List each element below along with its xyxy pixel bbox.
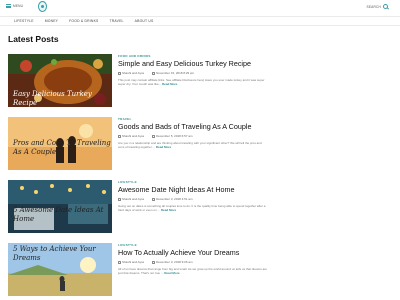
- search-icon: [383, 4, 388, 9]
- post-author: Shashi and Ayss: [118, 71, 144, 75]
- post-meta: Shashi and Ayss November 15, 2018 8:29 p…: [118, 71, 274, 75]
- post-excerpt: This post may contain affiliate links. S…: [118, 78, 268, 86]
- post-title[interactable]: Goods and Bads of Traveling As A Couple: [118, 123, 274, 131]
- post-meta: Shashi and Ayss December 5, 2018 6:57 am: [118, 134, 274, 138]
- post-thumbnail-dreams[interactable]: 5 Ways to Achieve Your Dreams: [8, 243, 112, 296]
- image-caption-text: 5 Ways to Achieve Your Dreams: [13, 245, 96, 262]
- search-button[interactable]: SEARCH: [367, 4, 388, 9]
- post-thumbnail-turkey[interactable]: Easy Delicious Turkey Recipe: [8, 54, 112, 107]
- read-more-link[interactable]: Read More: [164, 271, 179, 275]
- author-name[interactable]: Shashi and Ayss: [122, 134, 144, 138]
- menu-button[interactable]: MENU: [6, 4, 23, 8]
- search-label: SEARCH: [366, 4, 381, 9]
- post-category[interactable]: LIFESTYLE: [118, 180, 274, 184]
- excerpt-text: Are you in a relationship and are thinki…: [118, 141, 262, 150]
- excerpt-text: This post may contain affiliate links. S…: [118, 78, 265, 87]
- post-excerpt: Are you in a relationship and are thinki…: [118, 141, 268, 149]
- post-body: LIFESTYLE How To Actually Achieve Your D…: [118, 243, 274, 275]
- post-title[interactable]: Simple and Easy Delicious Turkey Recipe: [118, 60, 274, 68]
- image-caption: 5 Awesome Date Ideas At Home: [13, 206, 112, 224]
- post-category[interactable]: LIFESTYLE: [118, 243, 274, 247]
- calendar-icon: [152, 197, 156, 201]
- post-body: LIFESTYLE Awesome Date Night Ideas At Ho…: [118, 180, 274, 212]
- calendar-icon: [152, 71, 156, 75]
- date-text: November 15, 2018 8:29 pm: [156, 71, 195, 75]
- post-date: December 5, 2018 6:57 am: [152, 134, 193, 138]
- post-thumbnail-travel[interactable]: Pros and Cons To Traveling As A Couple: [8, 117, 112, 170]
- excerpt-text: All of us have dreams that range from bi…: [118, 267, 267, 276]
- post-date: November 15, 2018 8:29 pm: [152, 71, 194, 75]
- post-date: December 3, 2018 9:06 am: [152, 260, 193, 264]
- post-card: 5 Ways to Achieve Your Dreams LIFESTYLE …: [8, 243, 400, 296]
- image-caption: 5 Ways to Achieve Your Dreams: [13, 245, 112, 263]
- author-icon: [118, 197, 121, 201]
- date-text: December 5, 2018 6:57 am: [156, 134, 193, 138]
- post-title[interactable]: Awesome Date Night Ideas At Home: [118, 186, 274, 194]
- post-card: Pros and Cons To Traveling As A Couple T…: [8, 117, 400, 170]
- site-logo[interactable]: [38, 1, 47, 12]
- post-author: Shashi and Ayss: [118, 197, 144, 201]
- nav-item-travel[interactable]: TRAVEL: [110, 19, 124, 23]
- hamburger-icon: [6, 4, 11, 8]
- image-caption-text: 5 Awesome Date Ideas At Home: [13, 206, 104, 223]
- read-more-link[interactable]: Read More: [161, 208, 176, 212]
- image-caption-text: Pros and Cons To Traveling As A Couple: [13, 139, 111, 156]
- calendar-icon: [152, 134, 156, 138]
- calendar-icon: [152, 260, 156, 264]
- date-text: December 3, 2018 9:06 am: [156, 260, 193, 264]
- post-date: December 3, 2018 4:51 am: [152, 197, 193, 201]
- date-text: December 3, 2018 4:51 am: [156, 197, 193, 201]
- post-title[interactable]: How To Actually Achieve Your Dreams: [118, 249, 274, 257]
- post-excerpt: Going out on dates is something all coup…: [118, 204, 268, 212]
- post-meta: Shashi and Ayss December 3, 2018 4:51 am: [118, 197, 274, 201]
- post-author: Shashi and Ayss: [118, 134, 144, 138]
- post-card: 5 Awesome Date Ideas At Home LIFESTYLE A…: [8, 180, 400, 233]
- page-title: Latest Posts: [8, 34, 59, 44]
- nav-item-lifestyle[interactable]: LIFESTYLE: [14, 19, 34, 23]
- post-body: FOOD AND DRINKS Simple and Easy Deliciou…: [118, 54, 274, 86]
- author-icon: [118, 134, 121, 138]
- excerpt-text: Going out on dates is something all coup…: [118, 204, 266, 213]
- post-category[interactable]: FOOD AND DRINKS: [118, 54, 274, 58]
- author-icon: [118, 71, 121, 75]
- post-thumbnail-date-night[interactable]: 5 Awesome Date Ideas At Home: [8, 180, 112, 233]
- post-category[interactable]: TRAVEL: [118, 117, 274, 121]
- image-caption-text: Easy Delicious Turkey Recipe: [13, 90, 92, 107]
- post-excerpt: All of us have dreams that range from bi…: [118, 267, 268, 275]
- post-body: TRAVEL Goods and Bads of Traveling As A …: [118, 117, 274, 149]
- post-meta: Shashi and Ayss December 3, 2018 9:06 am: [118, 260, 274, 264]
- image-caption: Easy Delicious Turkey Recipe: [13, 90, 112, 107]
- nav-item-about-us[interactable]: ABOUT US: [135, 19, 154, 23]
- author-icon: [118, 260, 121, 264]
- post-author: Shashi and Ayss: [118, 260, 144, 264]
- author-name[interactable]: Shashi and Ayss: [122, 260, 144, 264]
- nav-item-food-drinks[interactable]: FOOD & DRINKS: [69, 19, 98, 23]
- nav-item-money[interactable]: MONEY: [45, 19, 58, 23]
- main-nav: LIFESTYLE MONEY FOOD & DRINKS TRAVEL ABO…: [0, 16, 400, 26]
- site-header: MENU SEARCH: [0, 0, 400, 16]
- author-name[interactable]: Shashi and Ayss: [122, 71, 144, 75]
- read-more-link[interactable]: Read More: [156, 145, 171, 149]
- image-caption: Pros and Cons To Traveling As A Couple: [13, 139, 112, 157]
- author-name[interactable]: Shashi and Ayss: [122, 197, 144, 201]
- menu-label: MENU: [13, 4, 24, 8]
- post-card: Easy Delicious Turkey Recipe FOOD AND DR…: [8, 54, 400, 107]
- read-more-link[interactable]: Read More: [162, 82, 177, 86]
